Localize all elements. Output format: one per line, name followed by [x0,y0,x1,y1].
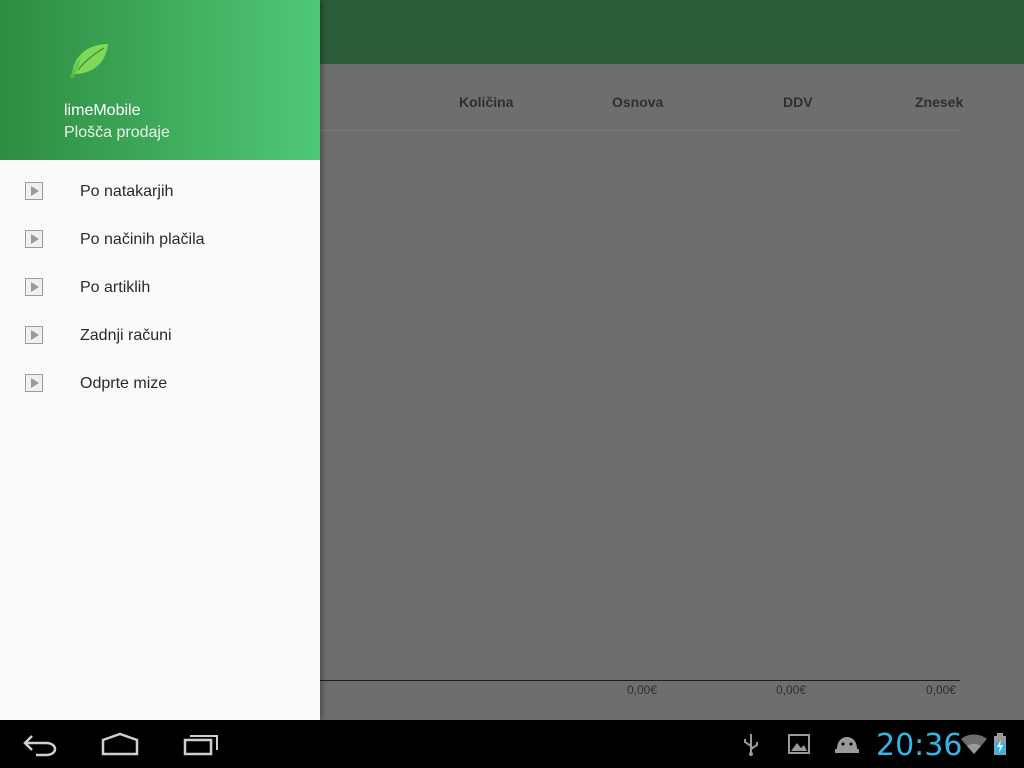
back-icon[interactable] [22,730,58,758]
total-vat: 0,00€ [776,683,807,697]
drawer-header: limeMobile Plošča prodaje [0,0,320,160]
menu-item-label: Po načinih plačila [80,231,205,248]
menu-item-label: Odprte mize [80,375,168,392]
recent-apps-icon[interactable] [182,730,220,758]
play-icon [25,230,43,248]
play-icon [25,278,43,296]
system-navigation-bar: 20:36 [0,720,1024,768]
usb-icon [744,734,758,756]
drawer-subtitle: Plošča prodaje [64,124,170,141]
menu-item-open-tables[interactable]: Odprte mize [0,360,320,408]
play-icon [25,374,43,392]
menu-item-by-payment-methods[interactable]: Po načinih plačila [0,216,320,264]
menu-item-last-receipts[interactable]: Zadnji računi [0,312,320,360]
column-header-quantity: Količina [459,94,514,110]
column-header-amount: Znesek [915,94,964,110]
battery-charging-icon [994,733,1006,755]
total-amount: 0,00€ [926,683,957,697]
menu-item-by-waiters[interactable]: Po natakarjih [0,168,320,216]
total-base: 0,00€ [627,683,658,697]
navigation-drawer: limeMobile Plošča prodaje Po natakarjih … [0,0,320,720]
android-debug-icon [835,737,859,753]
drawer-app-name: limeMobile [64,102,141,119]
wifi-icon [961,734,987,754]
totals-divider [320,680,960,681]
gallery-icon [788,734,810,754]
play-icon [25,326,43,344]
column-header-base: Osnova [612,94,664,110]
menu-item-label: Po natakarjih [80,183,174,200]
menu-item-label: Zadnji računi [80,327,172,344]
status-clock: 20:36 [876,728,963,763]
menu-item-label: Po artiklih [80,279,151,296]
menu-item-by-articles[interactable]: Po artiklih [0,264,320,312]
lime-leaf-logo-icon [70,44,108,78]
column-header-vat: DDV [783,94,813,110]
table-header: Količina Osnova DDV Znesek [320,64,964,131]
play-icon [25,182,43,200]
home-icon[interactable] [100,730,140,758]
